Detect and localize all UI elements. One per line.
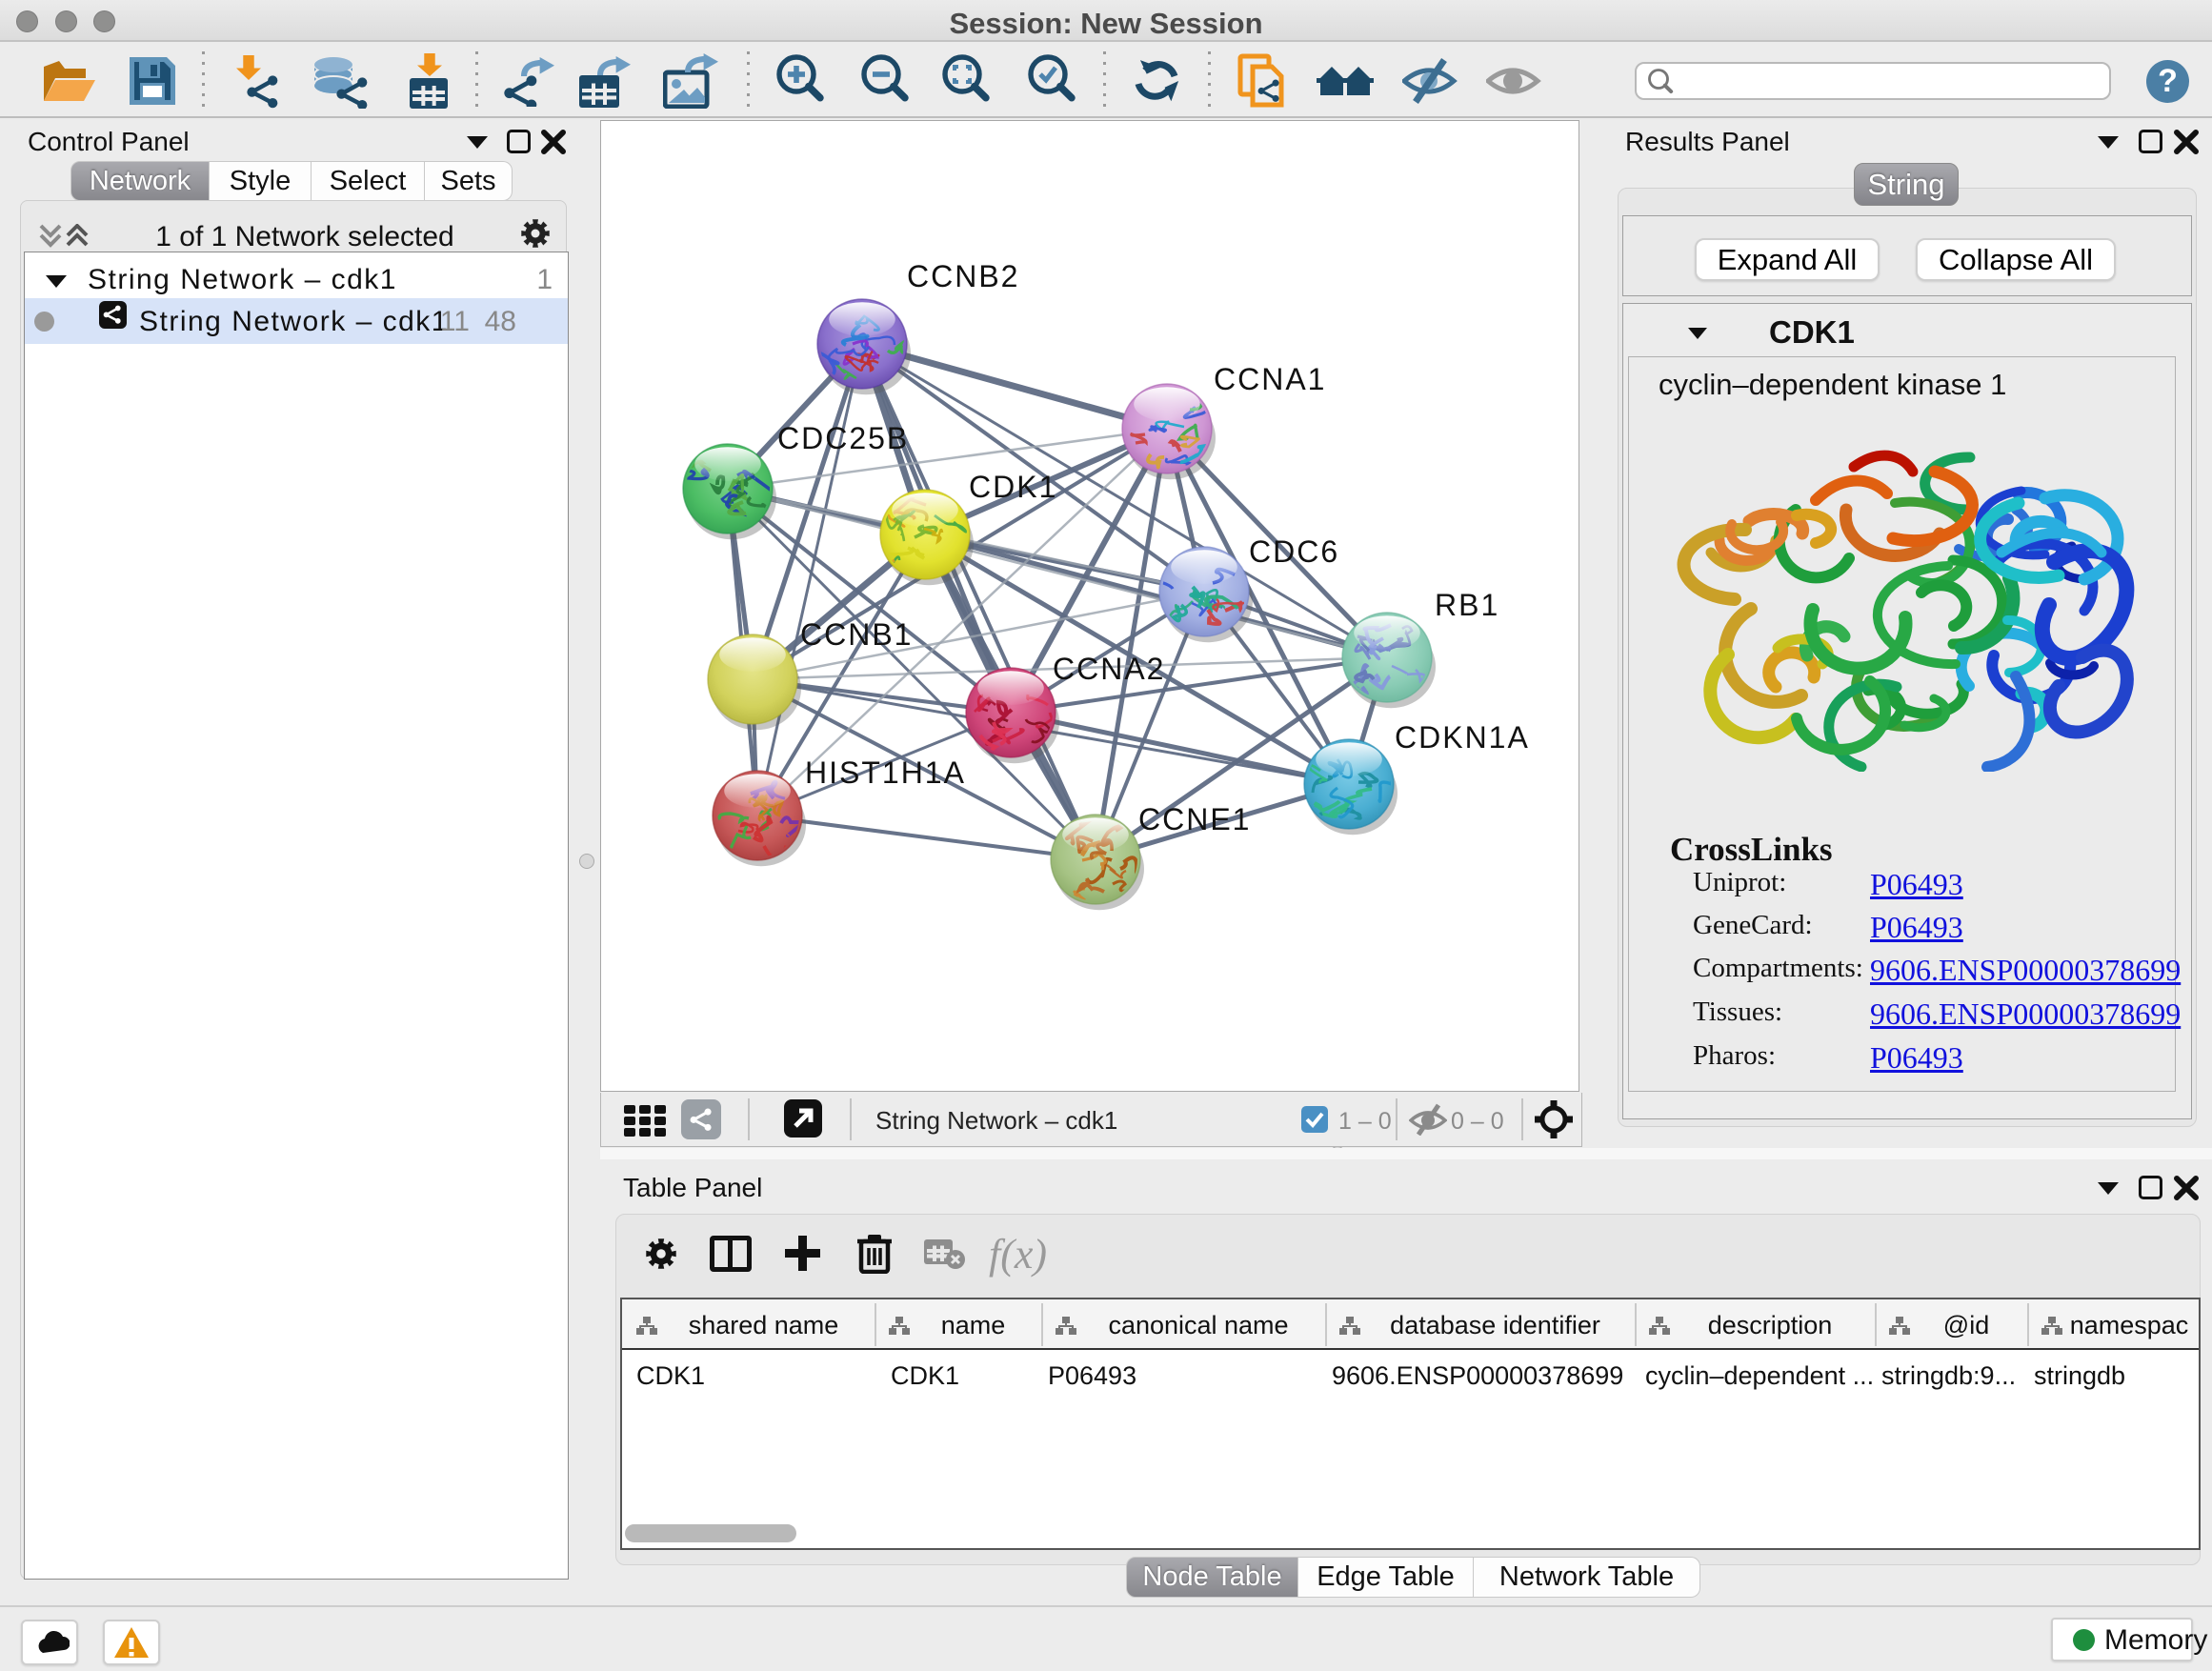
- svg-text:CCNB1: CCNB1: [800, 617, 913, 652]
- svg-text:CDC25B: CDC25B: [777, 421, 909, 455]
- svg-text:RB1: RB1: [1435, 588, 1499, 622]
- svg-text:HIST1H1A: HIST1H1A: [805, 755, 966, 790]
- svg-text:CCNE1: CCNE1: [1138, 802, 1251, 836]
- svg-text:CDC6: CDC6: [1249, 534, 1339, 569]
- svg-text:CCNB2: CCNB2: [907, 259, 1019, 293]
- svg-text:CDKN1A: CDKN1A: [1395, 720, 1530, 755]
- svg-text:CCNA2: CCNA2: [1053, 652, 1165, 686]
- svg-text:CCNA1: CCNA1: [1214, 362, 1326, 396]
- svg-text:CDK1: CDK1: [969, 470, 1057, 504]
